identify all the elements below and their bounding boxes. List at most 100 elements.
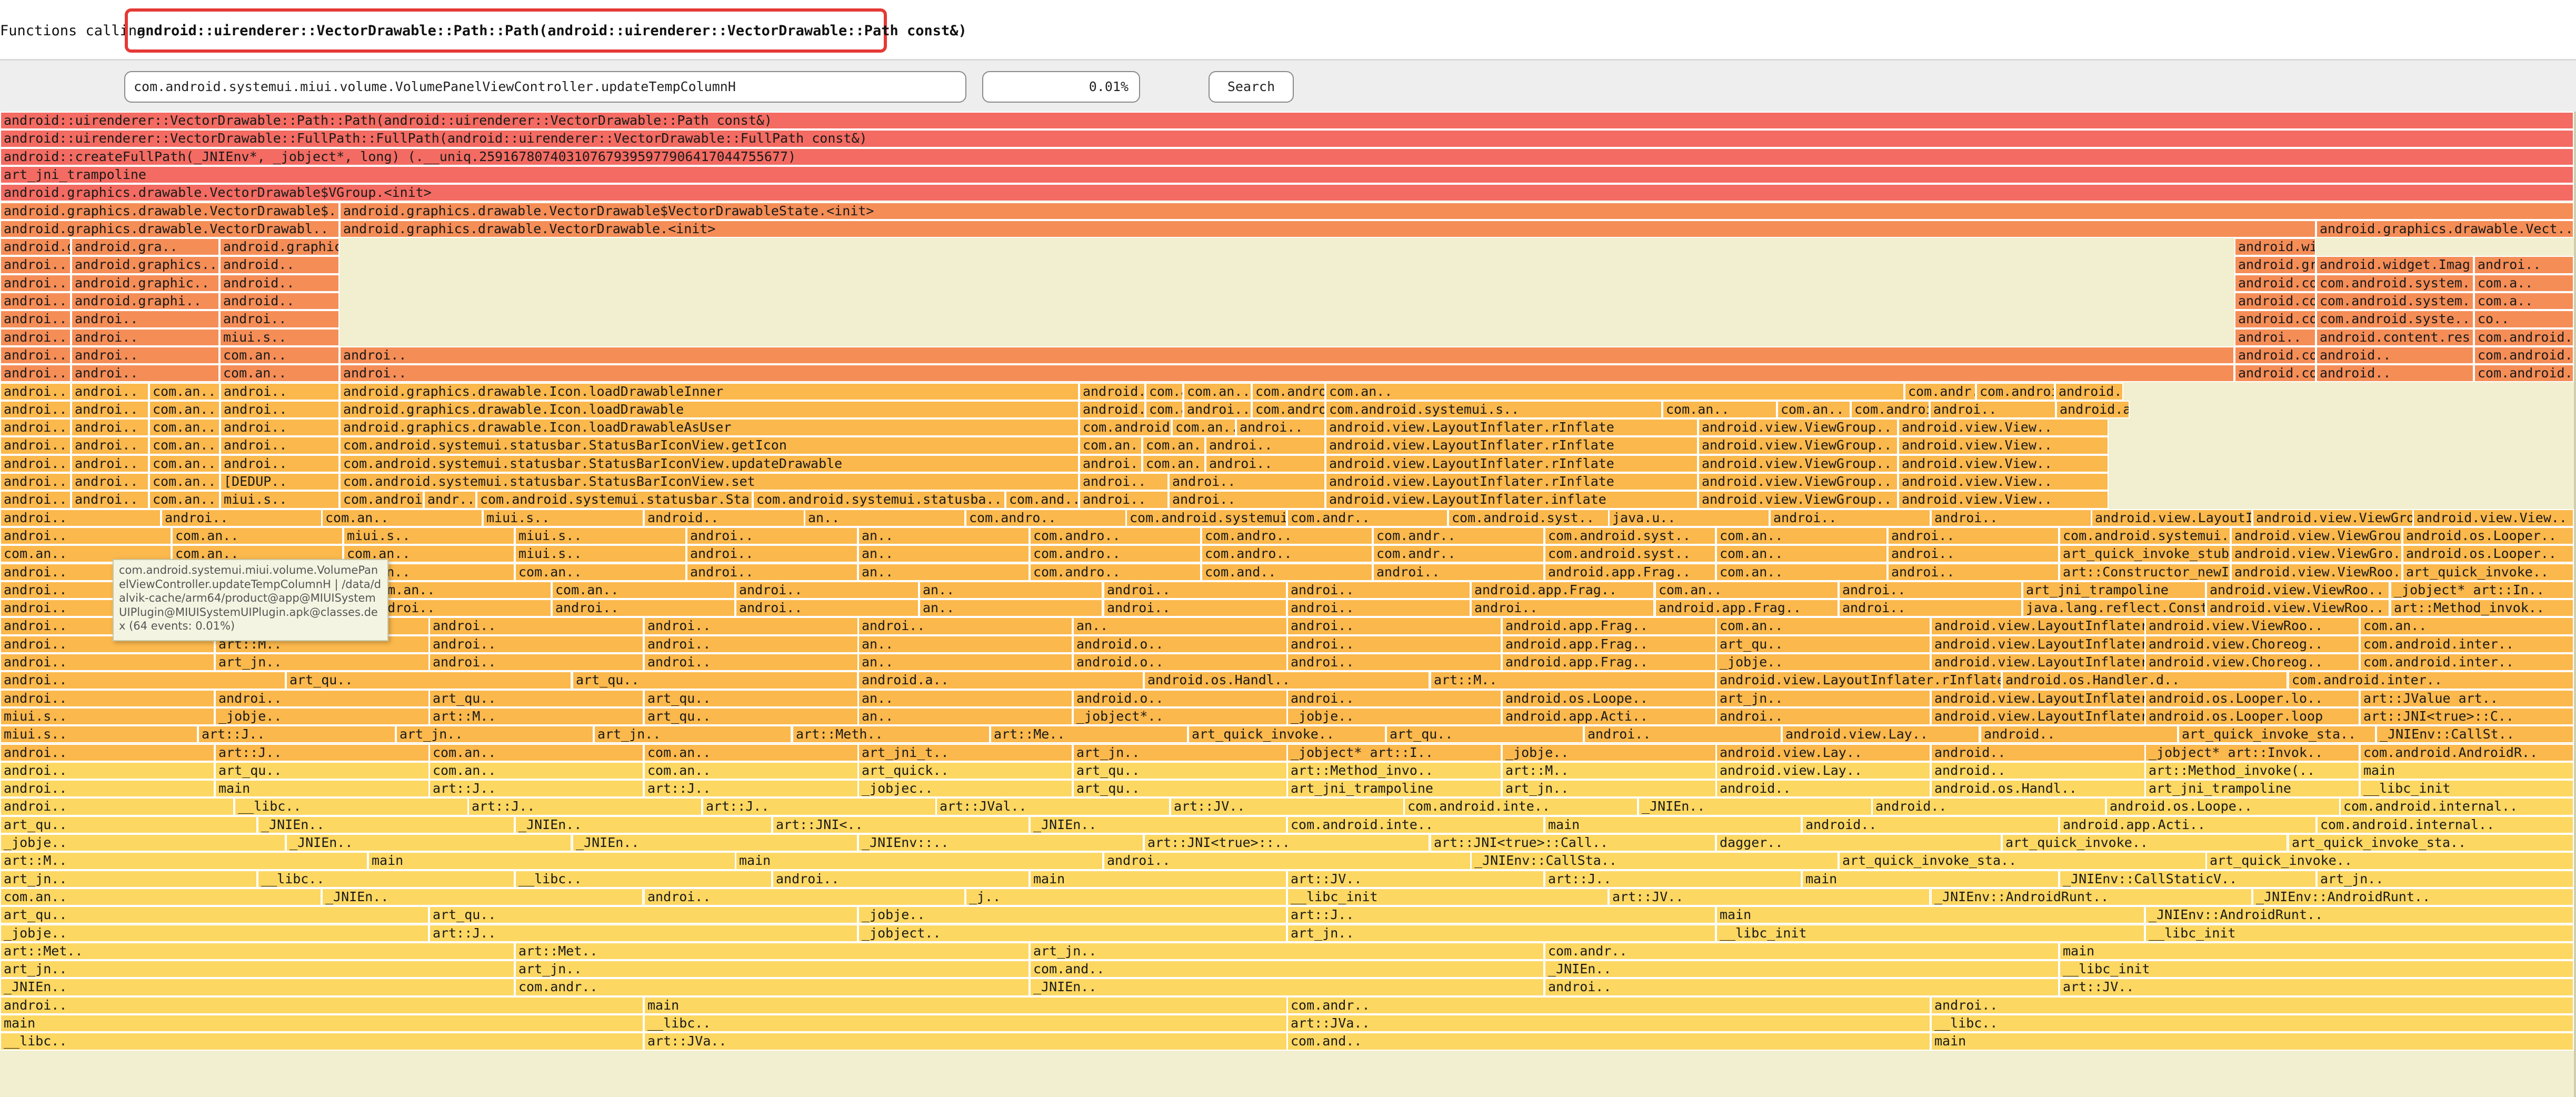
- flame-frame[interactable]: art::Method_invoke(..: [2145, 761, 2360, 780]
- flame-frame[interactable]: art_jn..: [2317, 870, 2574, 888]
- flame-frame[interactable]: art_jn..: [1030, 942, 1544, 961]
- flame-frame[interactable]: androi..: [0, 491, 71, 509]
- flame-frame[interactable]: _JNIEn..: [1030, 978, 1544, 996]
- flame-frame[interactable]: com.andro..: [965, 508, 1126, 527]
- flame-frame[interactable]: _JNIEn..: [0, 978, 515, 996]
- flame-frame[interactable]: com.android.inter..: [2288, 671, 2574, 690]
- flame-frame[interactable]: art::Constructor_newInstance0(_JNIEnv*, …: [2059, 563, 2231, 581]
- flame-frame[interactable]: _jobje..: [858, 906, 1287, 924]
- flame-frame[interactable]: __libc_init: [1716, 924, 2145, 942]
- flame-frame[interactable]: androi..: [0, 526, 172, 545]
- flame-frame[interactable]: com.an..: [149, 454, 220, 473]
- flame-frame[interactable]: android..: [644, 508, 805, 527]
- flame-frame[interactable]: androi..: [0, 382, 71, 401]
- flame-frame[interactable]: android::uirenderer::VectorDrawable::Ful…: [0, 129, 2574, 148]
- flame-frame[interactable]: __libc..: [234, 797, 468, 816]
- flame-frame[interactable]: art_qu..: [644, 689, 858, 707]
- flame-frame[interactable]: com.an..: [0, 887, 322, 906]
- flame-frame[interactable]: art_qu..: [1386, 725, 1584, 744]
- flame-frame[interactable]: art_jn..: [215, 653, 430, 672]
- flame-frame[interactable]: art_qu..: [1073, 761, 1287, 780]
- flame-frame[interactable]: __libc_init: [2360, 780, 2574, 798]
- flame-frame[interactable]: _JNIEn..: [515, 815, 772, 834]
- flame-frame[interactable]: androi..: [1103, 581, 1287, 600]
- flame-frame[interactable]: android.os.Handler.d..: [2002, 671, 2288, 690]
- flame-frame[interactable]: com.android.systemui.statusba..: [753, 491, 1005, 509]
- flame-frame[interactable]: com.android.systemui.s..: [1325, 400, 1662, 419]
- flame-frame[interactable]: android..: [1931, 743, 2145, 762]
- flame-frame[interactable]: com.an..: [2360, 617, 2574, 635]
- flame-frame[interactable]: android.view.LayoutInflater.rInflate: [1931, 689, 2145, 707]
- flame-frame[interactable]: androi..: [0, 780, 215, 798]
- flame-frame[interactable]: android.view.LayoutInflater.createViewFr…: [1931, 635, 2145, 653]
- flame-frame[interactable]: com.an..: [429, 743, 644, 762]
- flame-frame[interactable]: com.an..: [1716, 526, 1888, 545]
- flame-frame[interactable]: com.an..: [172, 526, 343, 545]
- flame-frame[interactable]: art_jni_trampoline: [2145, 780, 2360, 798]
- flame-frame[interactable]: art_qu..: [644, 707, 858, 726]
- flame-frame[interactable]: com.andro..: [1030, 526, 1201, 545]
- flame-frame[interactable]: androi..: [686, 526, 858, 545]
- flame-frame[interactable]: androi..: [219, 310, 340, 328]
- flame-frame[interactable]: com.an..: [515, 563, 686, 581]
- flame-frame[interactable]: com.android.inter..: [2360, 653, 2574, 672]
- search-button[interactable]: Search: [1209, 71, 1294, 103]
- flame-frame[interactable]: com.android.internal..: [2317, 815, 2574, 834]
- flame-frame[interactable]: art::Meth..: [792, 725, 990, 744]
- flame-frame[interactable]: com.an..: [219, 346, 340, 365]
- flame-frame[interactable]: android.graphics.drawable.Icon.loadDrawa…: [340, 400, 1079, 419]
- flame-frame[interactable]: __libc..: [515, 870, 772, 888]
- flame-frame[interactable]: _JNIEn..: [286, 834, 572, 852]
- flame-frame[interactable]: art::Me..: [990, 725, 1188, 744]
- flame-frame[interactable]: art_quick_invoke..: [2206, 852, 2574, 870]
- flame-frame[interactable]: com.an..: [1325, 382, 1904, 401]
- flame-frame[interactable]: androi..: [71, 454, 149, 473]
- flame-frame[interactable]: an..: [804, 508, 965, 527]
- flame-frame[interactable]: androi..: [220, 400, 340, 419]
- flame-frame[interactable]: android.view.LayoutInflater.inflate: [1325, 491, 1698, 509]
- flame-frame[interactable]: com.android.inter..: [2360, 635, 2574, 653]
- flame-frame[interactable]: android.view.View..: [2413, 508, 2574, 527]
- flame-frame[interactable]: android.graphics..: [71, 256, 219, 274]
- flame-frame[interactable]: art::J..: [429, 924, 858, 942]
- flame-frame[interactable]: __libc_init: [1287, 887, 1609, 906]
- flame-frame[interactable]: android::createFullPath(_JNIEnv*, _jobje…: [0, 147, 2574, 166]
- flame-frame[interactable]: art::J..: [429, 780, 644, 798]
- flame-frame[interactable]: android.os.Looper.lo..: [2145, 689, 2360, 707]
- flame-frame[interactable]: androi..: [686, 545, 858, 563]
- flame-frame[interactable]: android.view.LayoutInflater.createView: [1931, 617, 2145, 635]
- flame-frame[interactable]: com.an..: [219, 364, 340, 383]
- flame-frame[interactable]: art_qu..: [1716, 635, 1931, 653]
- flame-frame[interactable]: art_jn..: [0, 870, 257, 888]
- flame-frame[interactable]: androi..: [1931, 508, 2092, 527]
- flame-frame[interactable]: android..: [1716, 780, 1931, 798]
- flame-frame[interactable]: art::J..: [468, 797, 702, 816]
- flame-frame[interactable]: androi..: [0, 508, 161, 527]
- flame-frame[interactable]: androi..: [0, 346, 71, 365]
- flame-frame[interactable]: android.view.LayoutInflater.rInflate: [1325, 454, 1698, 473]
- flame-frame[interactable]: android.view.ViewGrou..: [2252, 508, 2413, 527]
- flame-frame[interactable]: art::J..: [702, 797, 936, 816]
- flame-frame[interactable]: art::JVa..: [644, 1032, 1287, 1051]
- flame-frame[interactable]: main: [1931, 1032, 2574, 1051]
- flame-frame[interactable]: androi..: [735, 581, 919, 600]
- flame-frame[interactable]: androi..: [220, 454, 340, 473]
- flame-frame[interactable]: androi..: [71, 418, 149, 437]
- flame-frame[interactable]: art_quick_invoke_sta..: [1839, 852, 2206, 870]
- flame-frame[interactable]: com.an..: [1662, 400, 1777, 419]
- flame-frame[interactable]: androi..: [644, 617, 858, 635]
- flame-frame[interactable]: android..: [219, 292, 340, 311]
- flame-frame[interactable]: android.view.LayoutInflater.parseInclude: [1931, 653, 2145, 672]
- flame-frame[interactable]: miui.s..: [0, 725, 198, 744]
- flame-frame[interactable]: miui.s..: [0, 707, 215, 726]
- flame-frame[interactable]: android.graphics.drawable.VectorDrawabl.…: [0, 220, 340, 238]
- flame-frame[interactable]: an..: [858, 707, 1073, 726]
- flame-frame[interactable]: android.o..: [1073, 635, 1287, 653]
- flame-frame[interactable]: androi..: [220, 418, 340, 437]
- flame-frame[interactable]: androi..: [71, 473, 149, 491]
- flame-frame[interactable]: androi..: [1931, 996, 2574, 1014]
- flame-frame[interactable]: com.an..: [1142, 454, 1205, 473]
- flame-frame[interactable]: _jobject*..: [1073, 707, 1287, 726]
- flame-frame[interactable]: androi..: [0, 364, 71, 383]
- flame-frame[interactable]: androi..: [858, 617, 1073, 635]
